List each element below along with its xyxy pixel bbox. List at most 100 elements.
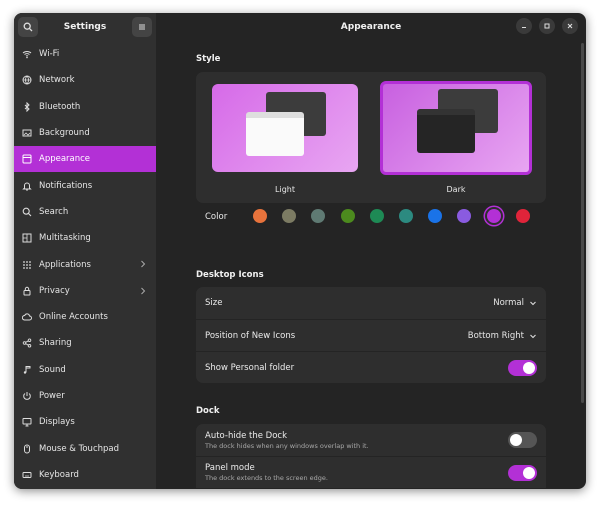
sidebar-item-label: Network [39, 75, 75, 86]
maximize-icon [544, 23, 550, 29]
sidebar-item-online-accounts[interactable]: Online Accounts [14, 304, 156, 330]
panel-mode-row: Panel mode The dock extends to the screen… [196, 456, 546, 488]
multitasking-icon [22, 233, 32, 243]
sidebar-item-wi-fi[interactable]: Wi-Fi [14, 41, 156, 67]
desktop-icons-section-title: Desktop Icons [196, 270, 264, 280]
color-swatch[interactable] [311, 209, 326, 223]
personal-folder-label: Show Personal folder [205, 362, 295, 373]
dark-preview-front-window [417, 109, 475, 153]
sidebar-item-applications[interactable]: Applications [14, 251, 156, 277]
color-swatch[interactable] [282, 209, 297, 223]
color-swatch[interactable] [515, 209, 530, 223]
color-swatch[interactable] [399, 209, 413, 223]
window-controls [516, 18, 578, 34]
share-icon [22, 338, 32, 348]
sidebar-item-label: Bluetooth [39, 101, 81, 112]
lock-icon [22, 286, 32, 296]
sidebar-item-power[interactable]: Power [14, 383, 156, 409]
chevron-right-icon [140, 260, 146, 271]
color-swatch[interactable] [369, 209, 384, 223]
network-icon [22, 75, 32, 85]
sidebar-title: Settings [63, 22, 107, 32]
sidebar-item-label: Background [39, 128, 90, 139]
size-value: Normal [493, 298, 524, 308]
sidebar-item-sound[interactable]: Sound [14, 357, 156, 383]
sidebar-item-notifications[interactable]: Notifications [14, 172, 156, 198]
keyboard-icon [22, 470, 32, 480]
style-card: Light Dark Color [196, 72, 546, 223]
sidebar-item-multitasking[interactable]: Multitasking [14, 225, 156, 251]
sidebar-item-background[interactable]: Background [14, 120, 156, 146]
maximize-button[interactable] [539, 18, 555, 34]
sidebar-item-sharing[interactable]: Sharing [14, 330, 156, 356]
page-title: Appearance [340, 22, 402, 32]
sidebar-item-label: Mouse & Touchpad [39, 443, 120, 454]
chevron-down-icon [530, 301, 536, 306]
search-icon [23, 22, 33, 32]
sidebar-item-label: Search [39, 206, 69, 217]
apps-grid-icon [22, 260, 32, 270]
dark-theme-option[interactable] [380, 81, 532, 175]
background-icon [22, 128, 32, 138]
sidebar-item-label: Power [39, 391, 65, 401]
light-theme-option[interactable] [212, 84, 358, 172]
autohide-toggle[interactable] [508, 432, 537, 448]
personal-folder-row: Show Personal folder [196, 351, 546, 383]
toggle-knob [523, 466, 535, 479]
music-note-icon [22, 365, 32, 375]
desktop-icons-card: Size Normal Position of New Icons Bottom… [196, 287, 546, 383]
autohide-subtitle: The dock hides when any windows overlap … [205, 441, 369, 450]
panel-mode-subtitle: The dock extends to the screen edge. [205, 474, 328, 482]
wifi-icon [22, 49, 32, 59]
search-button[interactable] [18, 17, 38, 37]
color-swatch[interactable] [457, 209, 472, 223]
appearance-icon [22, 154, 32, 164]
menu-button[interactable] [131, 17, 152, 37]
sidebar-item-label: Sound [39, 364, 66, 375]
icon-position-row[interactable]: Position of New Icons Bottom Right [196, 319, 546, 351]
chevron-down-icon [530, 334, 536, 338]
style-section-title: Style [196, 54, 221, 64]
sidebar-item-label: Sharing [39, 338, 72, 349]
minimize-button[interactable] [516, 18, 532, 34]
light-preview-front-window [246, 112, 304, 156]
panel-mode-title: Panel mode [205, 463, 255, 473]
color-swatch[interactable] [253, 209, 267, 223]
close-icon [567, 23, 573, 29]
sidebar-item-search[interactable]: Search [14, 199, 156, 225]
sidebar-item-network[interactable]: Network [14, 67, 156, 93]
sidebar-item-appearance[interactable]: Appearance [14, 146, 156, 173]
icon-size-row [196, 488, 546, 489]
bell-icon [22, 181, 32, 191]
dark-theme-label: Dark [446, 185, 466, 194]
toggle-knob [510, 434, 522, 446]
scrollbar[interactable] [581, 43, 584, 403]
icon-position-value: Bottom Right [467, 330, 524, 341]
mouse-icon [22, 444, 32, 454]
icon-position-label: Position of New Icons [205, 330, 296, 341]
size-label: Size [205, 298, 223, 308]
sidebar-item-bluetooth[interactable]: Bluetooth [14, 94, 156, 120]
sidebar-item-label: Wi-Fi [39, 49, 60, 60]
personal-folder-toggle[interactable] [508, 359, 537, 376]
color-swatch[interactable] [486, 209, 501, 223]
size-row[interactable]: Size Normal [196, 287, 546, 319]
sidebar-item-privacy[interactable]: Privacy [14, 278, 156, 304]
sidebar-nav: Wi-Fi Network Bluetooth Background Appearanc… [14, 41, 156, 488]
sidebar-item-displays[interactable]: Displays [14, 409, 156, 435]
bluetooth-icon [22, 101, 32, 112]
chevron-right-icon [140, 287, 146, 298]
toggle-knob [523, 361, 535, 374]
hamburger-icon [138, 24, 145, 30]
display-icon [22, 417, 32, 427]
dock-card: Auto-hide the Dock The dock hides when an… [196, 424, 546, 489]
sidebar-item-label: Multitasking [39, 233, 91, 244]
sidebar-item-mouse-touchpad[interactable]: Mouse & Touchpad [14, 435, 156, 461]
color-swatch[interactable] [340, 209, 355, 223]
dock-section-title: Dock [196, 406, 220, 416]
color-swatch[interactable] [428, 209, 443, 223]
close-button[interactable] [562, 18, 578, 34]
panel-mode-toggle[interactable] [508, 464, 537, 481]
sidebar-item-keyboard[interactable]: Keyboard [14, 462, 156, 488]
sidebar-item-label: Notifications [39, 180, 93, 191]
